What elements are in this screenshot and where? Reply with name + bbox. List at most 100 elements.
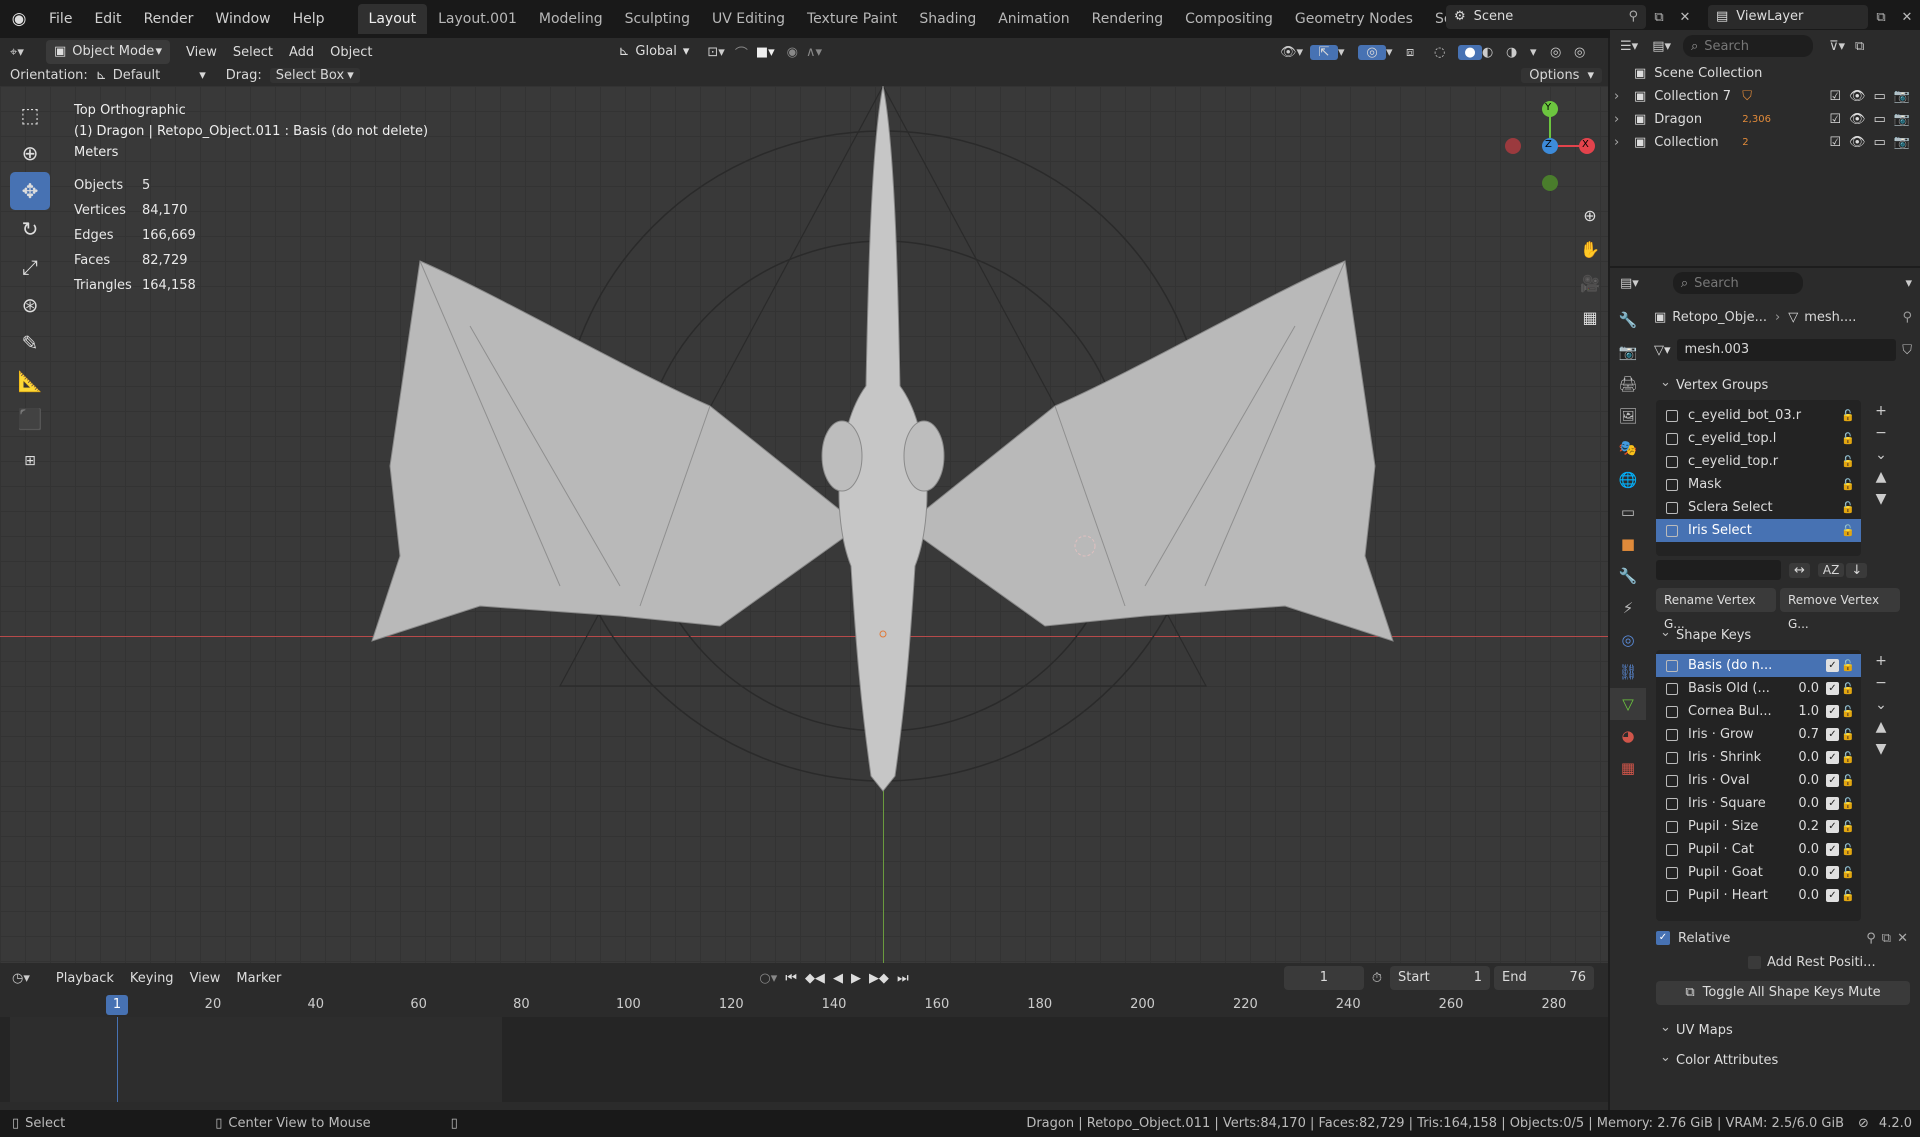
lock-icon[interactable]: 🔓 (1841, 838, 1855, 861)
filter-field[interactable] (1656, 560, 1781, 580)
pivot-icon[interactable]: ⊡▾ (707, 45, 724, 60)
lock-icon[interactable]: 🔓 (1841, 746, 1855, 769)
viewport-menu-add[interactable]: Add (281, 45, 322, 60)
workspace-tab-rendering[interactable]: Rendering (1081, 4, 1175, 34)
viewport-menu-select[interactable]: Select (225, 45, 281, 60)
falloff-icon[interactable]: ∧▾ (806, 45, 822, 60)
scene-collection-row[interactable]: ▣ Scene Collection (1634, 62, 1920, 85)
shape-key-item[interactable]: Pupil · Size 0.2 ✓ 🔓 (1656, 815, 1861, 838)
camera-lock-icon[interactable]: ◎ (1574, 45, 1598, 60)
snap-icon[interactable]: ⌒ (735, 43, 748, 62)
overlay-toggle-icon[interactable]: ◎ (1358, 44, 1386, 60)
pin-icon[interactable]: ⚲ (1628, 5, 1638, 29)
toggle-shape-keys-mute-button[interactable]: ⧉ Toggle All Shape Keys Mute (1656, 981, 1910, 1005)
tool-tab-icon[interactable]: 🔧 (1610, 304, 1646, 336)
vertex-groups-header[interactable]: Vertex Groups (1648, 369, 1918, 400)
lock-icon[interactable]: 🔓 (1841, 654, 1855, 677)
workspace-tab-geometry-nodes[interactable]: Geometry Nodes (1284, 4, 1424, 34)
xray-icon[interactable]: ⧈ (1406, 45, 1434, 60)
add-rest-checkbox[interactable] (1748, 955, 1761, 969)
lock-icon[interactable]: 🔓 (1841, 519, 1855, 542)
render-camera-icon[interactable]: 📷 (1894, 131, 1910, 154)
jump-end-icon[interactable]: ⏭ (897, 971, 909, 986)
shape-key-mute-checkbox[interactable]: ✓ (1826, 889, 1839, 902)
render-camera-icon[interactable]: 📷 (1894, 108, 1910, 131)
lock-icon[interactable]: 🔓 (1841, 677, 1855, 700)
delete-scene-icon[interactable]: ✕ (1672, 10, 1698, 25)
workspace-tab-uv-editing[interactable]: UV Editing (701, 4, 796, 34)
vertex-group-item[interactable]: c_eyelid_bot_03.r 🔓 (1656, 404, 1861, 427)
uv-maps-header[interactable]: UV Maps (1648, 1014, 1918, 1045)
vertex-group-item[interactable]: c_eyelid_top.l 🔓 (1656, 427, 1861, 450)
lock-icon[interactable]: 🔓 (1841, 815, 1855, 838)
scale-tool-icon[interactable]: ⤢ (10, 248, 50, 286)
shading-wireframe-icon[interactable]: ◌ (1434, 45, 1458, 60)
outliner-editor-icon[interactable]: ☰▾ (1620, 39, 1638, 54)
menu-help[interactable]: Help (282, 0, 336, 38)
display-mode-icon[interactable]: ▤▾ (1652, 39, 1671, 54)
shape-key-value[interactable]: 0.0 (1798, 677, 1819, 700)
workspace-tab-compositing[interactable]: Compositing (1174, 4, 1284, 34)
zoom-icon[interactable]: ⊕ (1570, 198, 1608, 232)
workspace-tab-modeling[interactable]: Modeling (528, 4, 614, 34)
end-frame-field[interactable]: End 76 (1494, 966, 1594, 990)
toolbar-collapse-icon[interactable]: ⊞ (10, 446, 50, 476)
blender-logo-icon[interactable]: ◉ (0, 9, 38, 29)
shape-key-item[interactable]: Basis Old (... 0.0 ✓ 🔓 (1656, 677, 1861, 700)
lock-icon[interactable]: 🔓 (1841, 884, 1855, 907)
options-dropdown[interactable]: Options ▾ (1521, 67, 1602, 83)
shape-key-value[interactable]: 0.0 (1798, 746, 1819, 769)
shape-key-mute-checkbox[interactable]: ✓ (1826, 820, 1839, 833)
expand-arrow-icon[interactable]: › (1614, 131, 1634, 154)
view-layer-tab-icon[interactable]: 🖼 (1610, 400, 1646, 432)
scene-tab-icon[interactable]: 🎭 (1610, 432, 1646, 464)
lock-icon[interactable]: 🔓 (1841, 769, 1855, 792)
shape-key-item[interactable]: Pupil · Goat 0.0 ✓ 🔓 (1656, 861, 1861, 884)
remove-vertex-group-button[interactable]: Remove Vertex G... (1780, 588, 1900, 631)
next-keyframe-icon[interactable]: ▶◆ (869, 971, 889, 986)
vertex-group-item[interactable]: Iris Select 🔓 (1656, 519, 1861, 542)
exclude-checkbox-icon[interactable]: ☑ (1829, 85, 1841, 108)
pan-hand-icon[interactable]: ✋ (1570, 232, 1608, 266)
remove-icon[interactable]: − (1861, 422, 1901, 444)
workspace-tab-layout[interactable]: Layout (357, 4, 428, 34)
shape-key-mute-checkbox[interactable]: ✓ (1826, 705, 1839, 718)
playhead-frame[interactable]: 1 (106, 995, 128, 1015)
properties-editor-icon[interactable]: ▤▾ (1620, 276, 1639, 291)
current-frame-field[interactable]: 1 (1283, 966, 1364, 990)
proportional-edit-icon[interactable]: ◉ (787, 45, 798, 60)
world-tab-icon[interactable]: 🌐 (1610, 464, 1646, 496)
add-icon[interactable]: + (1861, 400, 1901, 422)
lock-icon[interactable]: 🔓 (1841, 450, 1855, 473)
transform-orientation-dropdown[interactable]: ⊾ Global ▾ (610, 40, 697, 64)
object-tab-icon[interactable]: ■ (1610, 528, 1646, 560)
shading-dropdown-icon[interactable]: ▾ (1530, 45, 1550, 60)
viewport-disable-icon[interactable]: ▭ (1874, 85, 1886, 108)
timeline-menu-playback[interactable]: Playback (48, 971, 122, 986)
object-filter-icon[interactable]: ⛉ (1742, 85, 1752, 108)
collection-tab-icon[interactable]: ▭ (1610, 496, 1646, 528)
shape-key-mute-checkbox[interactable]: ✓ (1826, 866, 1839, 879)
rename-vertex-group-button[interactable]: Rename Vertex G... (1656, 588, 1776, 631)
render-region-icon[interactable]: ◎ (1550, 45, 1574, 60)
cursor-tool-icon[interactable]: ⊕ (10, 134, 50, 172)
add-icon[interactable]: + (1861, 650, 1901, 672)
add-cube-tool-icon[interactable]: ⬛ (10, 400, 50, 438)
rotate-tool-icon[interactable]: ↻ (10, 210, 50, 248)
move-tool-icon[interactable]: ✥ (10, 172, 50, 210)
outliner-search[interactable]: ⌕ Search (1683, 35, 1813, 57)
remove-icon[interactable]: − (1861, 672, 1901, 694)
move-down-icon[interactable]: ▼ (1861, 738, 1901, 760)
shape-key-value[interactable]: 1.0 (1798, 700, 1819, 723)
eye-icon[interactable]: 👁 (1849, 131, 1866, 154)
filter-icon[interactable]: ⊽▾ (1829, 39, 1845, 54)
play-icon[interactable]: ▶ (851, 971, 861, 986)
sort-alpha-button[interactable]: AZ (1817, 563, 1845, 577)
new-view-layer-icon[interactable]: ⧉ (1868, 10, 1894, 25)
invert-filter-icon[interactable]: ↔ (1789, 562, 1810, 578)
constraints-tab-icon[interactable]: ⛓ (1610, 656, 1646, 688)
shape-key-item[interactable]: Pupil · Cat 0.0 ✓ 🔓 (1656, 838, 1861, 861)
timeline-menu-marker[interactable]: Marker (228, 971, 289, 986)
3d-viewport[interactable]: ⬚ ⊕ ✥ ↻ ⤢ ⊛ ✎ 📐 ⬛ ⊞ Top Orthographic (1)… (0, 86, 1608, 963)
render-tab-icon[interactable]: 📷 (1610, 336, 1646, 368)
